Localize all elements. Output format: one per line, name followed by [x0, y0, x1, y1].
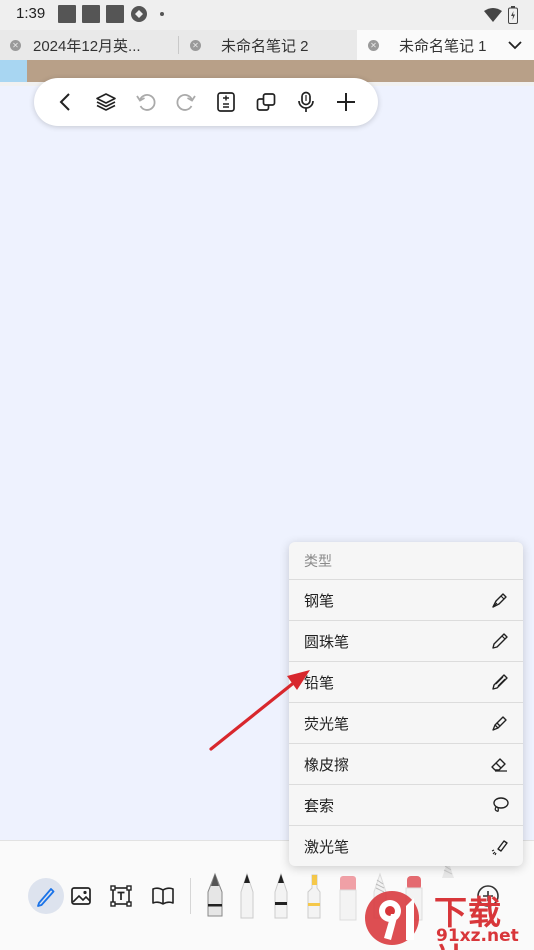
microphone-icon [298, 91, 314, 112]
menu-item-highlighter[interactable]: 荧光笔 [289, 703, 523, 744]
battery-icon [508, 6, 518, 24]
laser-pointer-icon [491, 839, 508, 855]
highlighter-icon [492, 716, 507, 731]
tab-label: 2024年12月英... [33, 37, 141, 55]
close-icon[interactable]: ✕ [10, 39, 21, 51]
text-box-button[interactable] [103, 878, 139, 914]
notification-icons [58, 5, 164, 23]
menu-item-label: 橡皮擦 [304, 756, 350, 774]
more-notifications-dot [160, 12, 164, 16]
close-icon[interactable]: ✕ [368, 39, 379, 51]
menu-header: 类型 [289, 542, 523, 580]
watermark: 下载站 91xz.net [362, 884, 532, 950]
app-notification-icon [131, 6, 147, 22]
undo-icon [136, 94, 156, 111]
menu-item-pencil[interactable]: 铅笔 [289, 662, 523, 703]
tab-label: 未命名笔记 1 [399, 37, 487, 55]
redo-button[interactable] [172, 88, 200, 116]
lasso-icon [493, 797, 509, 812]
watermark-url: 91xz.net [436, 926, 519, 946]
menu-item-laser-pointer[interactable]: 激光笔 [289, 826, 523, 866]
back-icon [59, 93, 70, 111]
notification-icon [58, 5, 76, 23]
tab-divider [178, 36, 179, 54]
page-color-strip-start [0, 60, 27, 82]
redo-icon [176, 94, 196, 111]
menu-item-lasso[interactable]: 套索 [289, 785, 523, 826]
menu-item-label: 钢笔 [304, 592, 335, 610]
eraser-swatch[interactable] [334, 872, 362, 922]
chevron-down-icon[interactable] [508, 38, 522, 52]
ballpoint-pen-icon [492, 633, 508, 649]
book-icon [152, 887, 174, 905]
menu-item-label: 圆珠笔 [304, 633, 350, 651]
toolbar-divider [190, 878, 191, 914]
menu-item-label: 激光笔 [304, 839, 350, 856]
highlighter-swatch[interactable] [300, 870, 328, 922]
pencil-icon [492, 674, 508, 690]
notification-icon [106, 5, 124, 23]
text-box-icon [110, 885, 132, 907]
menu-item-eraser[interactable]: 橡皮擦 [289, 744, 523, 785]
plus-icon [337, 93, 355, 111]
system-status [484, 6, 518, 24]
book-button[interactable] [145, 878, 181, 914]
close-icon[interactable]: ✕ [190, 39, 201, 51]
calculator-button[interactable] [212, 88, 240, 116]
menu-item-label: 荧光笔 [304, 715, 350, 733]
tab-bar: ✕ 2024年12月英... ✕ 未命名笔记 2 ✕ 未命名笔记 1 [0, 30, 534, 60]
pen-tool-button[interactable] [28, 878, 64, 914]
add-button[interactable] [332, 88, 360, 116]
back-button[interactable] [52, 88, 80, 116]
pen-type-menu: 类型 钢笔 圆珠笔 铅笔 荧光笔 橡皮擦 套索 激光笔 [289, 542, 523, 866]
calculator-icon [217, 92, 235, 112]
menu-item-fountain-pen[interactable]: 钢笔 [289, 580, 523, 621]
fountain-pen-icon [492, 593, 507, 608]
tab-untitled-note-2[interactable]: ✕ 未命名笔记 2 [190, 30, 356, 60]
status-bar: 1:39 [0, 0, 534, 30]
layers-button[interactable] [92, 88, 120, 116]
voice-record-button[interactable] [292, 88, 320, 116]
copy-button[interactable] [252, 88, 280, 116]
tab-english-2024-12[interactable]: ✕ 2024年12月英... [10, 30, 178, 60]
menu-item-label: 铅笔 [304, 674, 335, 692]
status-time: 1:39 [16, 5, 46, 22]
wifi-icon [484, 8, 502, 22]
copy-icon [256, 93, 276, 111]
layers-icon [96, 93, 116, 111]
watermark-logo [365, 891, 419, 945]
pen-icon [37, 888, 55, 907]
menu-item-ballpoint-pen[interactable]: 圆珠笔 [289, 621, 523, 662]
fountain-pen-swatch[interactable] [200, 870, 230, 922]
top-toolbar [34, 78, 378, 126]
undo-button[interactable] [132, 88, 160, 116]
ballpoint-pen-swatch[interactable] [233, 870, 261, 922]
notification-icon [82, 5, 100, 23]
pencil-swatch[interactable] [267, 870, 295, 922]
eraser-icon [491, 758, 507, 772]
tab-label: 未命名笔记 2 [221, 37, 309, 55]
menu-item-label: 套索 [304, 797, 335, 815]
image-icon [71, 887, 91, 905]
insert-image-button[interactable] [63, 878, 99, 914]
